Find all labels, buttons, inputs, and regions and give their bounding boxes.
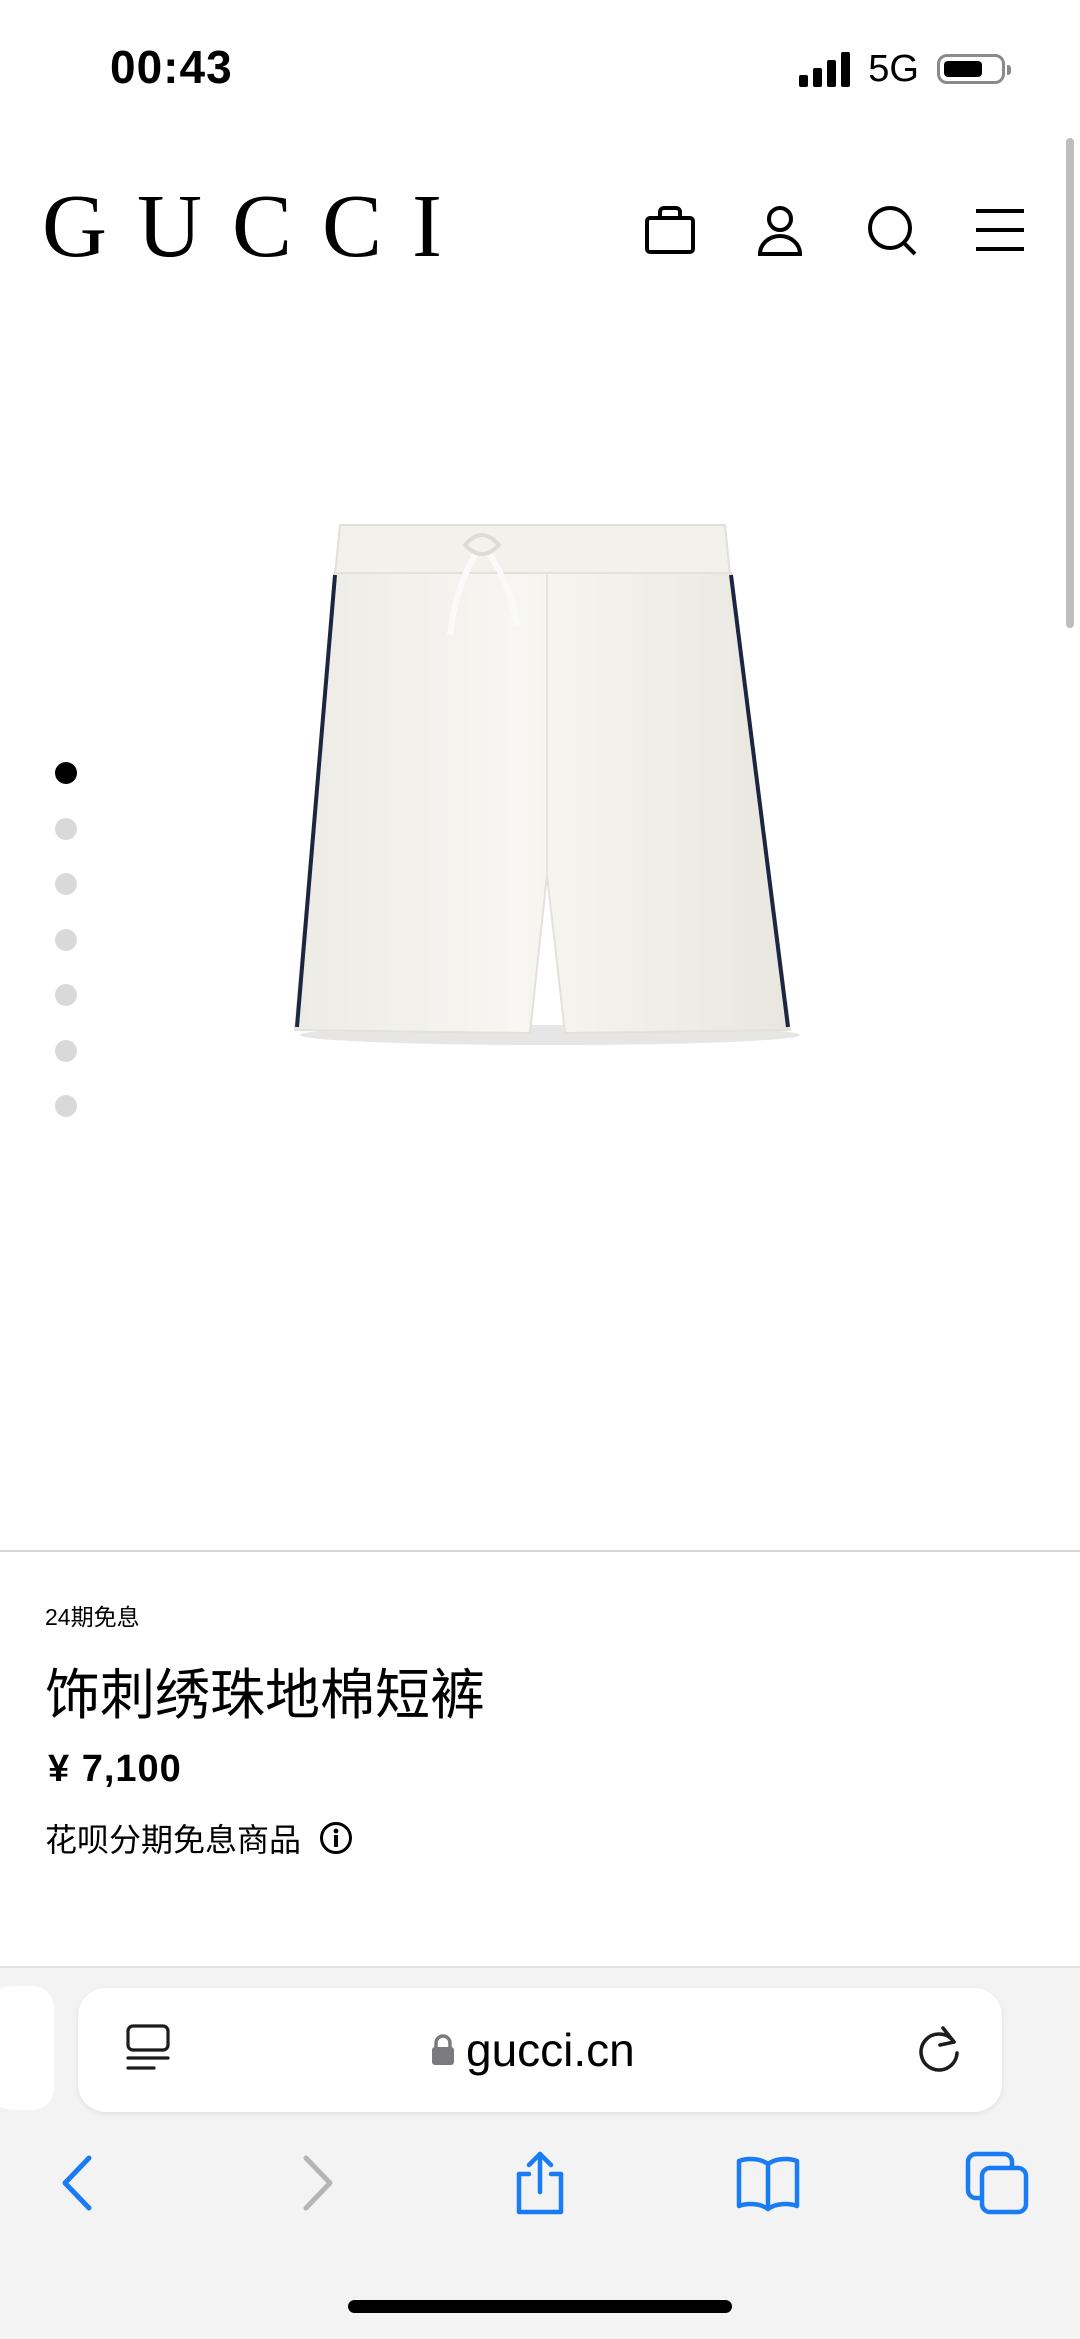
url-text[interactable]: gucci.cn xyxy=(466,2023,635,2077)
account-icon[interactable] xyxy=(748,198,812,262)
promo-row: 花呗分期免息商品 xyxy=(45,1815,353,1861)
carousel-dot[interactable] xyxy=(55,928,77,951)
forward-icon[interactable] xyxy=(280,2148,350,2218)
carousel-dot[interactable] xyxy=(55,873,77,895)
url-display[interactable]: gucci.cn xyxy=(430,2022,635,2078)
page-scrollbar[interactable] xyxy=(1066,138,1074,628)
shopping-bag-icon[interactable] xyxy=(638,198,702,262)
product-image-shorts[interactable] xyxy=(285,515,815,1045)
promo-text: 花呗分期免息商品 xyxy=(45,1821,302,1859)
signal-icon xyxy=(799,51,851,87)
carousel-dot[interactable] xyxy=(55,1095,77,1117)
section-divider xyxy=(0,1550,1080,1552)
carousel-dot[interactable] xyxy=(55,817,77,840)
status-indicators: 5G xyxy=(799,44,1011,94)
tabs-icon[interactable] xyxy=(962,2148,1032,2218)
product-price: ¥ 7,100 xyxy=(48,1748,182,1790)
menu-icon[interactable] xyxy=(968,198,1032,262)
page-menu-icon[interactable] xyxy=(122,2022,174,2074)
installment-tag: 24期免息 xyxy=(45,1604,140,1630)
battery-icon xyxy=(937,54,1011,84)
carousel-dot[interactable] xyxy=(55,762,77,784)
network-type: 5G xyxy=(868,47,919,90)
reload-icon[interactable] xyxy=(910,2020,968,2078)
lock-icon xyxy=(430,2033,456,2067)
info-icon[interactable] xyxy=(319,1821,353,1855)
bookmarks-icon[interactable] xyxy=(733,2148,803,2218)
carousel-dot[interactable] xyxy=(55,1039,77,1062)
back-icon[interactable] xyxy=(45,2148,115,2218)
carousel-dot[interactable] xyxy=(55,984,77,1006)
status-time: 00:43 xyxy=(110,41,233,93)
product-title: 饰刺绣珠地棉短裤 xyxy=(45,1663,486,1727)
previous-tab-card[interactable] xyxy=(0,1986,54,2110)
share-icon[interactable] xyxy=(505,2148,575,2218)
gucci-logo[interactable]: GUCCI xyxy=(42,182,472,272)
search-icon[interactable] xyxy=(860,198,924,262)
home-indicator[interactable] xyxy=(348,2300,732,2313)
